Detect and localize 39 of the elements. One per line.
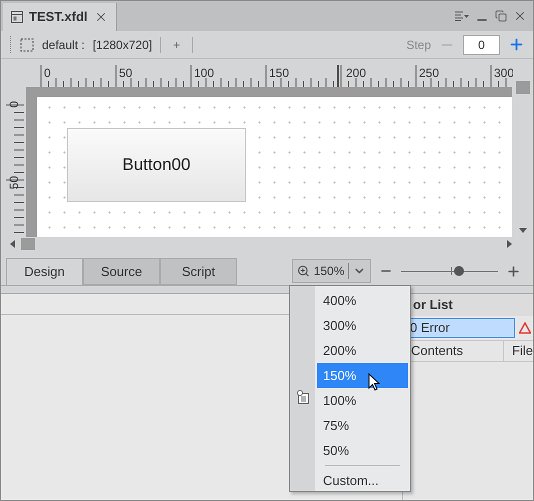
- zoom-combobox[interactable]: 150%: [292, 259, 371, 283]
- warning-icon: [519, 322, 531, 334]
- column-header[interactable]: File: [504, 341, 533, 361]
- dashed-frame-icon: [20, 38, 34, 52]
- document-title: TEST.xfdl: [29, 8, 88, 26]
- menu-item[interactable]: 150%: [317, 363, 408, 388]
- form-icon: [11, 11, 23, 23]
- menu-item[interactable]: Custom...: [317, 468, 408, 493]
- restore-icon[interactable]: [495, 10, 507, 22]
- view-tab[interactable]: Design: [6, 258, 83, 285]
- zoom-in-icon[interactable]: [506, 264, 521, 278]
- vertical-ruler: 0 50: [4, 87, 24, 237]
- step-field[interactable]: 0: [463, 34, 500, 54]
- scroll-down-icon[interactable]: [518, 228, 527, 233]
- add-layout-button[interactable]: +: [169, 36, 184, 54]
- scroll-right-icon[interactable]: [507, 240, 512, 248]
- scroll-left-icon[interactable]: [10, 240, 15, 248]
- layout-resolution: [1280x720]: [92, 36, 152, 54]
- list-menu-icon[interactable]: [455, 11, 469, 21]
- button-component[interactable]: Button00: [66, 128, 246, 202]
- scroll-thumb[interactable]: [516, 81, 530, 94]
- horizontal-ruler: 0 50 100 150 200 250 300: [36, 63, 514, 87]
- clipboard-icon: [296, 390, 310, 404]
- grip-icon: [9, 36, 12, 54]
- menu-item[interactable]: 100%: [317, 388, 408, 413]
- menu-item[interactable]: 75%: [317, 413, 408, 438]
- step-label: Step: [406, 36, 431, 54]
- view-tab[interactable]: Script: [160, 258, 237, 285]
- zoom-slider[interactable]: [401, 265, 498, 277]
- zoom-icon: [297, 264, 310, 278]
- scroll-thumb[interactable]: [21, 238, 35, 250]
- menu-item[interactable]: 300%: [317, 313, 408, 338]
- layout-name: default :: [42, 36, 85, 54]
- plus-icon[interactable]: [508, 36, 525, 53]
- view-tab[interactable]: Source: [83, 258, 160, 285]
- document-tab[interactable]: TEST.xfdl: [3, 3, 117, 31]
- close-icon[interactable]: [513, 9, 527, 23]
- mouse-pointer-icon: [368, 373, 380, 391]
- menu-item[interactable]: 50%: [317, 438, 408, 463]
